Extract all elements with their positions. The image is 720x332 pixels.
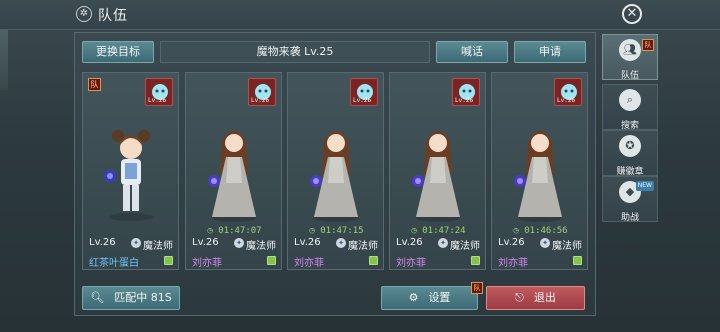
settings-label: 设置 bbox=[428, 291, 451, 304]
member-level: Lv.26 bbox=[294, 237, 321, 248]
member-card[interactable]: Lv.26 ◷ 01:47:15 Lv.26 ✦ 魔法师 刘亦菲 bbox=[287, 72, 384, 270]
exit-button[interactable]: ⎋ 退出 bbox=[486, 286, 585, 310]
pet-icon[interactable]: Lv.26 bbox=[248, 78, 276, 106]
tab-assist[interactable]: ◆ 助战 NEW bbox=[602, 176, 658, 223]
mage-class-icon: ✦ bbox=[234, 238, 244, 248]
member-name: 刘亦菲 bbox=[396, 258, 426, 269]
member-class: 魔法师 bbox=[552, 241, 582, 252]
member-level: Lv.26 bbox=[192, 237, 219, 248]
member-card[interactable]: 队 Lv.26 Lv.26 ✦ 魔法师 红茶叶蛋白 bbox=[82, 72, 179, 270]
member-class: 魔法师 bbox=[246, 241, 276, 252]
mage-class-icon: ✦ bbox=[336, 238, 346, 248]
tab-team-label: 队伍 bbox=[620, 71, 639, 81]
member-class: 魔法师 bbox=[450, 241, 480, 252]
ready-status-indicator bbox=[573, 256, 582, 265]
shout-button[interactable]: 喊话 bbox=[436, 41, 508, 63]
pet-icon[interactable]: Lv.26 bbox=[554, 78, 582, 106]
medal-icon: ✪ bbox=[619, 135, 641, 157]
timer-value: 01:47:07 bbox=[218, 226, 262, 236]
change-target-button[interactable]: 更换目标 bbox=[82, 41, 154, 63]
tab-assist-new-tag: NEW bbox=[635, 181, 654, 191]
pet-level: Lv.26 bbox=[251, 97, 270, 104]
clock-icon: ◷ bbox=[207, 226, 219, 236]
pet-icon[interactable]: Lv.26 bbox=[452, 78, 480, 106]
member-class: 魔法师 bbox=[143, 241, 173, 252]
activity-target-label: 魔物来袭 Lv.25 bbox=[160, 41, 430, 63]
team-icon: 👥︎ bbox=[619, 39, 641, 61]
search-icon: 🔍︎ bbox=[90, 291, 105, 304]
member-level: Lv.26 bbox=[89, 237, 116, 248]
tab-assist-label: 助战 bbox=[620, 213, 639, 223]
close-button[interactable]: ✕ bbox=[622, 4, 642, 24]
ready-status-indicator bbox=[164, 256, 173, 265]
mage-class-icon: ✦ bbox=[540, 238, 550, 248]
member-timer: ◷ 01:47:07 bbox=[186, 226, 283, 236]
left-edge-decoration bbox=[0, 30, 8, 90]
member-name: 刘亦菲 bbox=[192, 258, 222, 269]
tab-earn-badge[interactable]: ✪ 赚徽章 bbox=[602, 130, 658, 177]
member-timer: ◷ 01:46:56 bbox=[492, 226, 589, 236]
member-card[interactable]: Lv.26 ◷ 01:46:56 Lv.26 ✦ 魔法师 刘亦菲 bbox=[491, 72, 588, 270]
search-icon: ⌕ bbox=[619, 89, 641, 111]
pet-level: Lv.26 bbox=[557, 97, 576, 104]
member-level: Lv.26 bbox=[396, 237, 423, 248]
timer-value: 01:47:24 bbox=[422, 226, 466, 236]
clock-icon: ◷ bbox=[309, 226, 321, 236]
matching-label: 匹配中 81S bbox=[114, 291, 172, 304]
member-card[interactable]: Lv.26 ◷ 01:47:07 Lv.26 ✦ 魔法师 刘亦菲 bbox=[185, 72, 282, 270]
tab-search[interactable]: ⌕ 搜索 bbox=[602, 84, 658, 131]
exit-label: 退出 bbox=[533, 291, 556, 304]
member-name: 刘亦菲 bbox=[498, 258, 528, 269]
top-bar: ✲ 队伍 ✕ bbox=[0, 0, 720, 30]
mage-class-icon: ✦ bbox=[438, 238, 448, 248]
member-name: 刘亦菲 bbox=[294, 258, 324, 269]
pet-level: Lv.26 bbox=[148, 97, 167, 104]
tab-team[interactable]: 👥︎ 队伍 队 bbox=[602, 34, 658, 81]
tab-team-badge: 队 bbox=[642, 39, 654, 51]
member-level: Lv.26 bbox=[498, 237, 525, 248]
pet-icon[interactable]: Lv.26 bbox=[350, 78, 378, 106]
member-name: 红茶叶蛋白 bbox=[89, 258, 139, 269]
clock-icon: ◷ bbox=[411, 226, 423, 236]
window-title: 队伍 bbox=[98, 8, 128, 24]
apply-button[interactable]: 申请 bbox=[514, 41, 586, 63]
pet-icon[interactable]: Lv.26 bbox=[145, 78, 173, 106]
ready-status-indicator bbox=[369, 256, 378, 265]
member-timer: ◷ 01:47:24 bbox=[390, 226, 487, 236]
pet-level: Lv.26 bbox=[455, 97, 474, 104]
leader-badge: 队 bbox=[88, 78, 101, 91]
exit-icon: ⎋ bbox=[515, 291, 524, 304]
ready-status-indicator bbox=[267, 256, 276, 265]
timer-value: 01:47:15 bbox=[320, 226, 364, 236]
clock-icon: ◷ bbox=[513, 226, 525, 236]
matching-button[interactable]: 🔍︎ 匹配中 81S bbox=[82, 286, 180, 310]
side-tab-bar: 👥︎ 队伍 队 ⌕ 搜索 ✪ 赚徽章 ◆ 助战 NEW bbox=[602, 32, 658, 232]
pet-level: Lv.26 bbox=[353, 97, 372, 104]
member-card[interactable]: Lv.26 ◷ 01:47:24 Lv.26 ✦ 魔法师 刘亦菲 bbox=[389, 72, 486, 270]
settings-button[interactable]: ⚙ 设置 bbox=[381, 286, 478, 310]
ready-status-indicator bbox=[471, 256, 480, 265]
timer-value: 01:46:56 bbox=[524, 226, 568, 236]
settings-team-badge: 队 bbox=[471, 282, 483, 294]
member-timer: ◷ 01:47:15 bbox=[288, 226, 385, 236]
gear-icon: ⚙ bbox=[408, 291, 419, 304]
mage-class-icon: ✦ bbox=[131, 238, 141, 248]
member-class: 魔法师 bbox=[348, 241, 378, 252]
team-emblem-icon: ✲ bbox=[76, 6, 92, 22]
